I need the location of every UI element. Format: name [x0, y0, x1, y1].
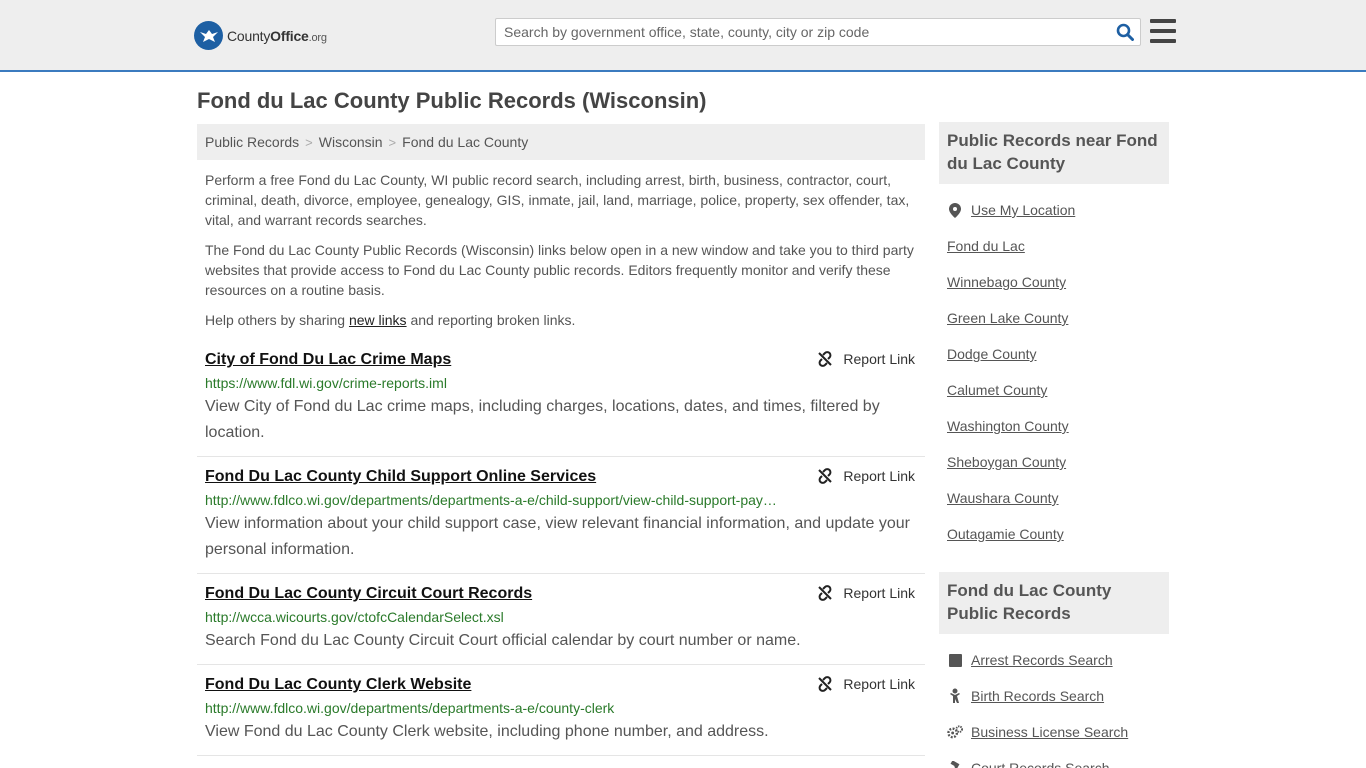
- result-title-link[interactable]: Fond Du Lac County Clerk Website: [205, 674, 471, 696]
- logo[interactable]: CountyOffice.org: [194, 21, 327, 50]
- result-url: https://www.fdl.wi.gov/crime-reports.iml: [205, 375, 447, 391]
- report-link-button[interactable]: Report Link: [817, 585, 915, 601]
- result-title-link[interactable]: Fond Du Lac County Child Support Online …: [205, 466, 596, 488]
- sidebar-link-waushara[interactable]: Waushara County: [947, 490, 1059, 506]
- broken-link-icon: [818, 468, 833, 484]
- sidebar-link-sheboygan[interactable]: Sheboygan County: [947, 454, 1066, 470]
- location-pin-icon: [947, 202, 963, 218]
- logo-word-county: County: [227, 27, 271, 44]
- logo-word-org: .org: [308, 31, 327, 44]
- sidebar-item: Winnebago County: [947, 264, 1161, 300]
- result-title-link[interactable]: Fond Du Lac County Circuit Court Records: [205, 583, 532, 605]
- report-link-label: Report Link: [843, 676, 915, 692]
- result-url: http://www.fdlco.wi.gov/departments/depa…: [205, 492, 780, 508]
- sidebar-link-green-lake[interactable]: Green Lake County: [947, 310, 1068, 326]
- result-url: http://wcca.wicourts.gov/ctofcCalendarSe…: [205, 609, 504, 625]
- intro-paragraph-2: The Fond du Lac County Public Records (W…: [205, 242, 914, 298]
- breadcrumb-wisconsin[interactable]: Wisconsin: [319, 134, 383, 150]
- search-icon: [1116, 23, 1134, 41]
- menu-bar: [1150, 29, 1176, 33]
- sidebar-item: Dodge County: [947, 336, 1161, 372]
- result-title-link[interactable]: City of Fond Du Lac Crime Maps: [205, 349, 451, 371]
- broken-link-icon: [818, 351, 833, 367]
- sidebar-item: Washington County: [947, 408, 1161, 444]
- sidebar-item: Birth Records Search: [947, 678, 1161, 714]
- breadcrumb-public-records[interactable]: Public Records: [205, 134, 299, 150]
- sidebar-link-winnebago[interactable]: Winnebago County: [947, 274, 1066, 290]
- report-link-label: Report Link: [843, 351, 915, 367]
- business-license-link[interactable]: Business License Search: [971, 724, 1128, 740]
- logo-eagle-icon: [194, 21, 223, 50]
- report-link-button[interactable]: Report Link: [817, 351, 915, 367]
- sidebar-link-washington[interactable]: Washington County: [947, 418, 1069, 434]
- report-link-label: Report Link: [843, 468, 915, 484]
- court-records-link[interactable]: Court Records Search: [971, 760, 1110, 768]
- menu-bar: [1150, 39, 1176, 43]
- result-description: View Fond du Lac County Clerk website, i…: [205, 723, 769, 740]
- sidebar-records-title: Fond du Lac County Public Records: [939, 572, 1169, 634]
- result-description: Search Fond du Lac County Circuit Court …: [205, 632, 801, 649]
- sidebar-item: Outagamie County: [947, 516, 1161, 552]
- baby-icon: [947, 688, 963, 704]
- sidebar-item: Sheboygan County: [947, 444, 1161, 480]
- sidebar-item: Calumet County: [947, 372, 1161, 408]
- sidebar-item: Green Lake County: [947, 300, 1161, 336]
- gears-icon: [947, 725, 963, 739]
- birth-records-link[interactable]: Birth Records Search: [971, 688, 1104, 704]
- search-box: [495, 18, 1141, 46]
- sidebar-item: Fond du Lac: [947, 228, 1161, 264]
- gavel-icon: [947, 761, 963, 768]
- breadcrumb-current: Fond du Lac County: [402, 134, 529, 150]
- result-item: Fond Du Lac County Circuit Court Records…: [197, 574, 925, 665]
- intro-text: Help others by sharing: [205, 312, 349, 328]
- broken-link-icon: [818, 676, 833, 692]
- intro-paragraph-3: Help others by sharing new links and rep…: [205, 310, 920, 330]
- intro-paragraph-1: Perform a free Fond du Lac County, WI pu…: [205, 172, 910, 228]
- hamburger-menu-icon[interactable]: [1150, 19, 1176, 43]
- sidebar-link-fond-du-lac[interactable]: Fond du Lac: [947, 238, 1025, 254]
- logo-word-office: Office: [270, 27, 309, 44]
- sidebar-link-calumet[interactable]: Calumet County: [947, 382, 1047, 398]
- breadcrumb: Public Records > Wisconsin > Fond du Lac…: [197, 124, 925, 160]
- sidebar-records-list: Arrest Records Search Birth Records Sear…: [939, 634, 1169, 768]
- result-item: City of Fond Du Lac Crime Maps Report Li…: [197, 340, 925, 457]
- logo-text: CountyOffice.org: [227, 28, 327, 44]
- broken-link-icon: [818, 585, 833, 601]
- square-icon: [947, 653, 963, 667]
- sidebar-nearby: Public Records near Fond du Lac County U…: [939, 122, 1169, 552]
- sidebar-link-outagamie[interactable]: Outagamie County: [947, 526, 1064, 542]
- report-link-button[interactable]: Report Link: [817, 676, 915, 692]
- menu-bar: [1150, 19, 1176, 23]
- sidebar-item: Arrest Records Search: [947, 642, 1161, 678]
- new-links-link[interactable]: new links: [349, 312, 407, 328]
- arrest-records-link[interactable]: Arrest Records Search: [971, 652, 1113, 668]
- sidebar-item: Business License Search: [947, 714, 1161, 750]
- result-description: View City of Fond du Lac crime maps, inc…: [205, 398, 880, 441]
- sidebar-item-use-location: Use My Location: [947, 192, 1161, 228]
- search-button[interactable]: [1110, 19, 1140, 45]
- report-link-button[interactable]: Report Link: [817, 468, 915, 484]
- result-item: Fond Du Lac County Child Support Online …: [197, 457, 925, 574]
- page-title: Fond du Lac County Public Records (Wisco…: [197, 88, 707, 113]
- search-input[interactable]: [496, 19, 1110, 45]
- result-item: Fond Du Lac County Clerk Website Report …: [197, 665, 925, 756]
- sidebar-nearby-title: Public Records near Fond du Lac County: [939, 122, 1169, 184]
- result-url: http://www.fdlco.wi.gov/departments/depa…: [205, 700, 615, 716]
- sidebar-item: Waushara County: [947, 480, 1161, 516]
- results-list: City of Fond Du Lac Crime Maps Report Li…: [197, 340, 925, 756]
- use-my-location-link[interactable]: Use My Location: [971, 202, 1075, 218]
- sidebar-item: Court Records Search: [947, 750, 1161, 768]
- sidebar-nearby-list: Use My Location Fond du Lac Winnebago Co…: [939, 184, 1169, 552]
- report-link-label: Report Link: [843, 585, 915, 601]
- site-header: CountyOffice.org: [0, 0, 1366, 72]
- intro-text: and reporting broken links.: [406, 312, 576, 328]
- result-description: View information about your child suppor…: [205, 515, 910, 558]
- sidebar-records: Fond du Lac County Public Records Arrest…: [939, 572, 1169, 768]
- sidebar-link-dodge[interactable]: Dodge County: [947, 346, 1037, 362]
- breadcrumb-separator: >: [388, 134, 397, 150]
- breadcrumb-separator: >: [305, 134, 313, 150]
